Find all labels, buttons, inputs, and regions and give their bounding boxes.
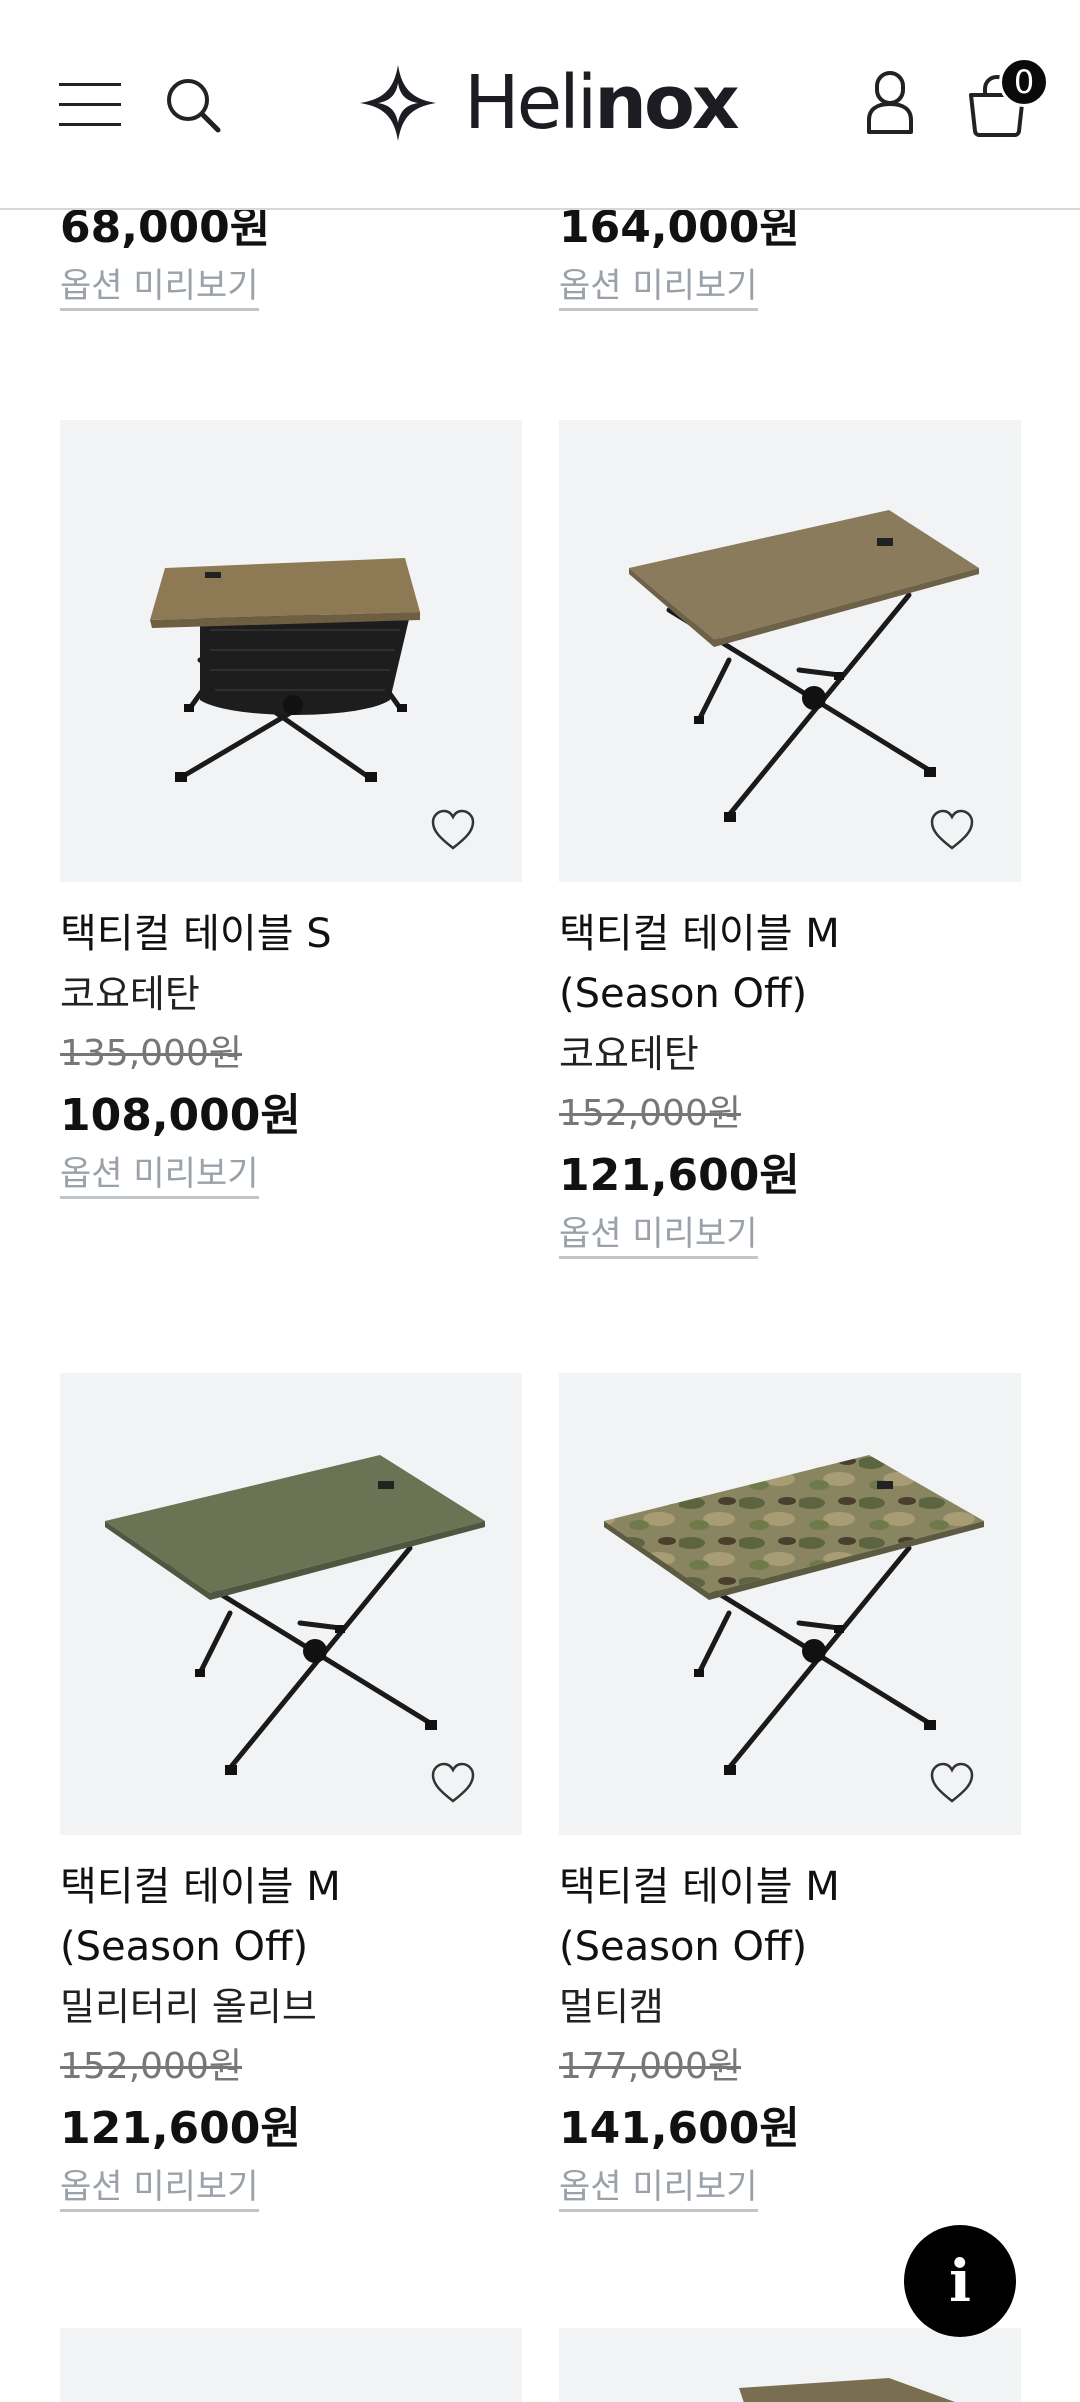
heart-icon[interactable] — [929, 1761, 975, 1805]
sale-price: 141,600원 — [559, 2103, 800, 2154]
brand-name: Helinox — [464, 60, 740, 146]
product-card[interactable]: 택티컬 테이블 M (Season Off) 밀리터리 올리브 152,000원… — [60, 1373, 522, 2212]
site-header: Helinox 0 — [0, 0, 1080, 210]
product-color: 멀티캠 — [559, 1985, 664, 2029]
product-image[interactable] — [559, 1373, 1021, 1835]
product-card[interactable]: 택티컬 테이블 M (Season Off) 멀티캠 177,000원 141,… — [559, 1373, 1021, 2212]
product-color: 코요테탄 — [559, 1032, 699, 1076]
product-name-suffix[interactable]: (Season Off) — [559, 964, 1021, 1024]
product-name-suffix[interactable]: (Season Off) — [559, 1917, 1021, 1977]
info-icon: i — [948, 2247, 972, 2315]
product-card-partial[interactable]: 164,000원 옵션 미리보기 — [559, 196, 800, 311]
search-button[interactable] — [158, 70, 228, 140]
heart-icon[interactable] — [430, 808, 476, 852]
product-name[interactable]: 택티컬 테이블 M — [559, 904, 1021, 964]
helinox-diamond-icon — [360, 65, 436, 141]
account-button[interactable] — [855, 62, 925, 142]
product-name[interactable]: 택티컬 테이블 M — [559, 1857, 1021, 1917]
sale-price: 108,000원 — [60, 1090, 301, 1141]
cart-count-badge: 0 — [999, 57, 1049, 107]
option-preview-link[interactable]: 옵션 미리보기 — [60, 264, 259, 311]
search-icon — [167, 79, 221, 133]
info-button[interactable]: i — [904, 2225, 1016, 2337]
sale-price: 121,600원 — [559, 1150, 800, 1201]
brand-logo[interactable]: Helinox — [358, 58, 740, 148]
option-preview-link[interactable]: 옵션 미리보기 — [60, 1152, 259, 1199]
original-price: 152,000원 — [60, 2046, 242, 2087]
product-image[interactable] — [559, 420, 1021, 882]
product-card[interactable]: 택티컬 테이블 M (Season Off) 코요테탄 152,000원 121… — [559, 420, 1021, 1259]
table-image — [739, 2378, 955, 2402]
product-image[interactable] — [60, 420, 522, 882]
product-card-partial[interactable]: 68,000원 옵션 미리보기 — [60, 196, 270, 311]
option-preview-link[interactable]: 옵션 미리보기 — [559, 1212, 758, 1259]
sale-price: 121,600원 — [60, 2103, 301, 2154]
original-price: 135,000원 — [60, 1033, 242, 1074]
user-icon — [867, 71, 913, 134]
cart-button[interactable]: 0 — [955, 55, 1055, 145]
heart-icon[interactable] — [929, 808, 975, 852]
original-price: 152,000원 — [559, 1093, 741, 1134]
heart-icon[interactable] — [430, 1761, 476, 1805]
product-image[interactable] — [60, 1373, 522, 1835]
product-name[interactable]: 택티컬 테이블 M — [60, 1857, 522, 1917]
product-image-partial[interactable] — [60, 2328, 522, 2402]
option-preview-link[interactable]: 옵션 미리보기 — [559, 264, 758, 311]
product-color: 코요테탄 — [60, 972, 200, 1016]
option-preview-link[interactable]: 옵션 미리보기 — [559, 2165, 758, 2212]
option-preview-link[interactable]: 옵션 미리보기 — [60, 2165, 259, 2212]
menu-button[interactable] — [55, 70, 125, 140]
hamburger-icon — [59, 83, 121, 126]
product-image-partial[interactable] — [559, 2328, 1021, 2402]
product-color: 밀리터리 올리브 — [60, 1985, 317, 2029]
product-name-suffix[interactable]: (Season Off) — [60, 1917, 522, 1977]
product-name[interactable]: 택티컬 테이블 S — [60, 904, 522, 964]
product-card[interactable]: 택티컬 테이블 S 코요테탄 135,000원 108,000원 옵션 미리보기 — [60, 420, 522, 1199]
original-price: 177,000원 — [559, 2046, 741, 2087]
